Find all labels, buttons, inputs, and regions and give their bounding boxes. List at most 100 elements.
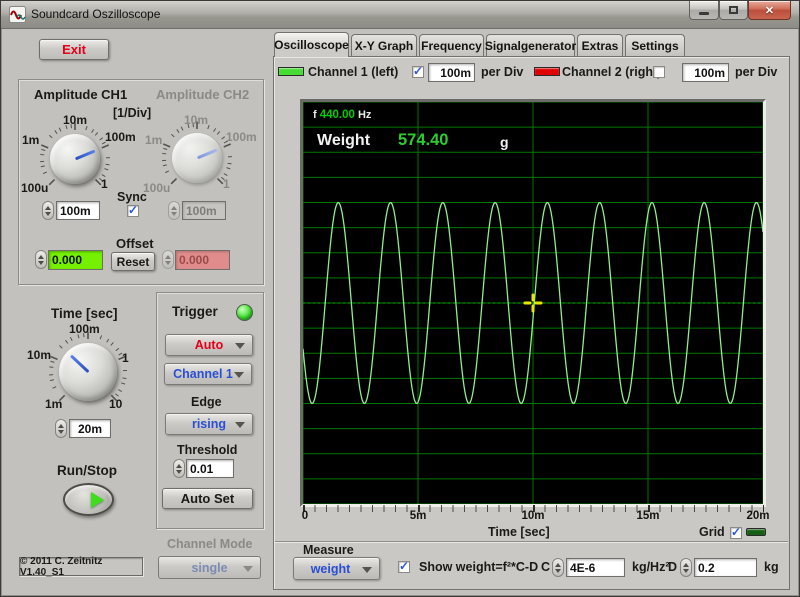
channel2-label: Channel 2 (right) bbox=[562, 65, 661, 79]
chevron-down-icon bbox=[234, 372, 244, 378]
auto-set-button[interactable]: Auto Set bbox=[162, 488, 253, 509]
channel2-per-div-field[interactable] bbox=[682, 63, 729, 82]
trigger-mode-select[interactable]: Auto bbox=[165, 334, 253, 356]
knob-tick-label: 100u bbox=[21, 181, 48, 195]
trigger-source-select[interactable]: Channel 1 bbox=[164, 363, 252, 385]
sync-checkbox[interactable]: ✓ bbox=[127, 205, 139, 217]
knob-tick-label: 1 bbox=[223, 177, 230, 191]
channel-mode-label: Channel Mode bbox=[167, 537, 252, 551]
channel2-enable-checkbox[interactable] bbox=[653, 66, 665, 78]
check-icon: ✓ bbox=[399, 559, 409, 573]
amplitude-ch2-stepper bbox=[168, 201, 180, 220]
tab-frequency[interactable]: Frequency bbox=[419, 34, 484, 56]
threshold-field[interactable] bbox=[186, 459, 234, 478]
d-unit-label: kg bbox=[764, 560, 779, 574]
exit-button[interactable]: Exit bbox=[39, 39, 109, 60]
x-tick-label: 20m bbox=[746, 510, 769, 522]
check-icon: ✓ bbox=[413, 64, 423, 78]
tab-signalgenerator[interactable]: Signalgenerator bbox=[486, 34, 575, 56]
app-window: Soundcard Oszilloscope ✕ Exit Amplitude … bbox=[0, 0, 800, 597]
knob-tick-label: 100m bbox=[226, 130, 257, 144]
knob-tick-label: 1 bbox=[122, 351, 129, 365]
amplitude-ch1-value-field[interactable] bbox=[56, 201, 100, 220]
amplitude-ch1-stepper[interactable] bbox=[42, 201, 54, 220]
offset-ch1-stepper[interactable] bbox=[35, 250, 47, 269]
edge-label: Edge bbox=[191, 395, 222, 409]
d-coefficient-stepper[interactable] bbox=[680, 558, 692, 577]
scope-display[interactable]: f 440.00 Hz Weight 574.40 g bbox=[300, 99, 766, 507]
sync-label: Sync bbox=[117, 190, 147, 204]
knob-tick-label: 10m bbox=[27, 348, 51, 362]
time-stepper[interactable] bbox=[55, 419, 67, 438]
time-value-field[interactable] bbox=[69, 419, 111, 438]
channel2-per-div-label: per Div bbox=[735, 65, 777, 79]
chevron-down-icon bbox=[362, 567, 372, 573]
threshold-stepper[interactable] bbox=[173, 459, 185, 478]
knob-tick-label: 1m bbox=[145, 133, 162, 147]
weight-value: 574.40 bbox=[398, 131, 448, 150]
weight-label: Weight bbox=[317, 132, 370, 150]
per-div-unit-label: [1/Div] bbox=[113, 106, 151, 120]
chevron-down-icon bbox=[243, 566, 253, 572]
minimize-button[interactable] bbox=[689, 1, 719, 20]
close-icon: ✕ bbox=[765, 4, 774, 17]
frequency-value: 440.00 bbox=[320, 109, 355, 121]
weight-unit: g bbox=[500, 134, 509, 150]
channel-mode-select: single bbox=[158, 556, 261, 579]
time-label: Time [sec] bbox=[51, 306, 118, 321]
tab-extras[interactable]: Extras bbox=[577, 34, 623, 56]
c-coefficient-stepper[interactable] bbox=[552, 558, 564, 577]
x-tick-label: 5m bbox=[410, 510, 427, 522]
c-coefficient-label: C bbox=[541, 560, 550, 574]
tab-xy-graph[interactable]: X-Y Graph bbox=[351, 34, 417, 56]
chevron-down-icon bbox=[235, 343, 245, 349]
channel1-per-div-field[interactable] bbox=[428, 63, 475, 82]
knob-tick-label: 10m bbox=[63, 113, 87, 127]
knob-tick-label: 1m bbox=[22, 133, 39, 147]
grid-checkbox[interactable]: ✓ bbox=[730, 527, 742, 539]
check-icon: ✓ bbox=[128, 203, 138, 217]
weight-formula-label: Show weight=f²*C-D bbox=[419, 560, 538, 574]
app-icon bbox=[9, 6, 26, 23]
c-unit-label: kg/Hz² bbox=[632, 560, 670, 574]
knob-pointer bbox=[196, 149, 217, 160]
x-tick-label: 0 bbox=[302, 510, 308, 522]
measure-label: Measure bbox=[303, 543, 354, 557]
play-icon bbox=[91, 492, 104, 508]
show-weight-checkbox[interactable]: ✓ bbox=[398, 561, 410, 573]
channel1-per-div-label: per Div bbox=[481, 65, 523, 79]
close-button[interactable]: ✕ bbox=[748, 1, 791, 20]
offset-ch2-stepper bbox=[162, 250, 174, 269]
x-tick-label: 10m bbox=[521, 510, 544, 522]
maximize-button[interactable] bbox=[719, 1, 748, 20]
channel1-label: Channel 1 (left) bbox=[308, 65, 398, 79]
offset-reset-button[interactable]: Reset bbox=[111, 252, 155, 271]
measure-select[interactable]: weight bbox=[293, 557, 380, 580]
threshold-label: Threshold bbox=[177, 443, 237, 457]
knob-tick-label: 10m bbox=[184, 113, 208, 127]
offset-ch1-field[interactable] bbox=[48, 250, 103, 270]
knob-tick-label: 1m bbox=[45, 397, 62, 411]
run-stop-button[interactable] bbox=[63, 483, 114, 516]
trigger-edge-select[interactable]: rising bbox=[165, 413, 253, 435]
amplitude-ch1-label: Amplitude CH1 bbox=[34, 87, 127, 102]
scope-trace-canvas bbox=[303, 102, 763, 504]
grid-label: Grid bbox=[699, 525, 725, 539]
d-coefficient-field[interactable] bbox=[694, 558, 757, 577]
knob-pointer bbox=[69, 354, 89, 373]
tab-oscilloscope[interactable]: Oscilloscope bbox=[274, 32, 349, 57]
check-icon: ✓ bbox=[731, 525, 741, 539]
maximize-icon bbox=[729, 6, 738, 14]
titlebar[interactable]: Soundcard Oszilloscope ✕ bbox=[1, 1, 800, 29]
trigger-label: Trigger bbox=[172, 304, 218, 319]
trigger-led bbox=[236, 304, 253, 321]
chevron-down-icon bbox=[235, 422, 245, 428]
c-coefficient-field[interactable] bbox=[566, 558, 625, 577]
channel1-color-swatch bbox=[278, 67, 304, 76]
knob-tick-label: 100u bbox=[143, 181, 170, 195]
knob-tick-label: 100m bbox=[105, 130, 136, 144]
channel1-enable-checkbox[interactable]: ✓ bbox=[412, 66, 424, 78]
amplitude-ch2-value-field bbox=[182, 201, 226, 220]
tab-settings[interactable]: Settings bbox=[625, 34, 685, 56]
amplitude-ch2-label: Amplitude CH2 bbox=[156, 87, 249, 102]
